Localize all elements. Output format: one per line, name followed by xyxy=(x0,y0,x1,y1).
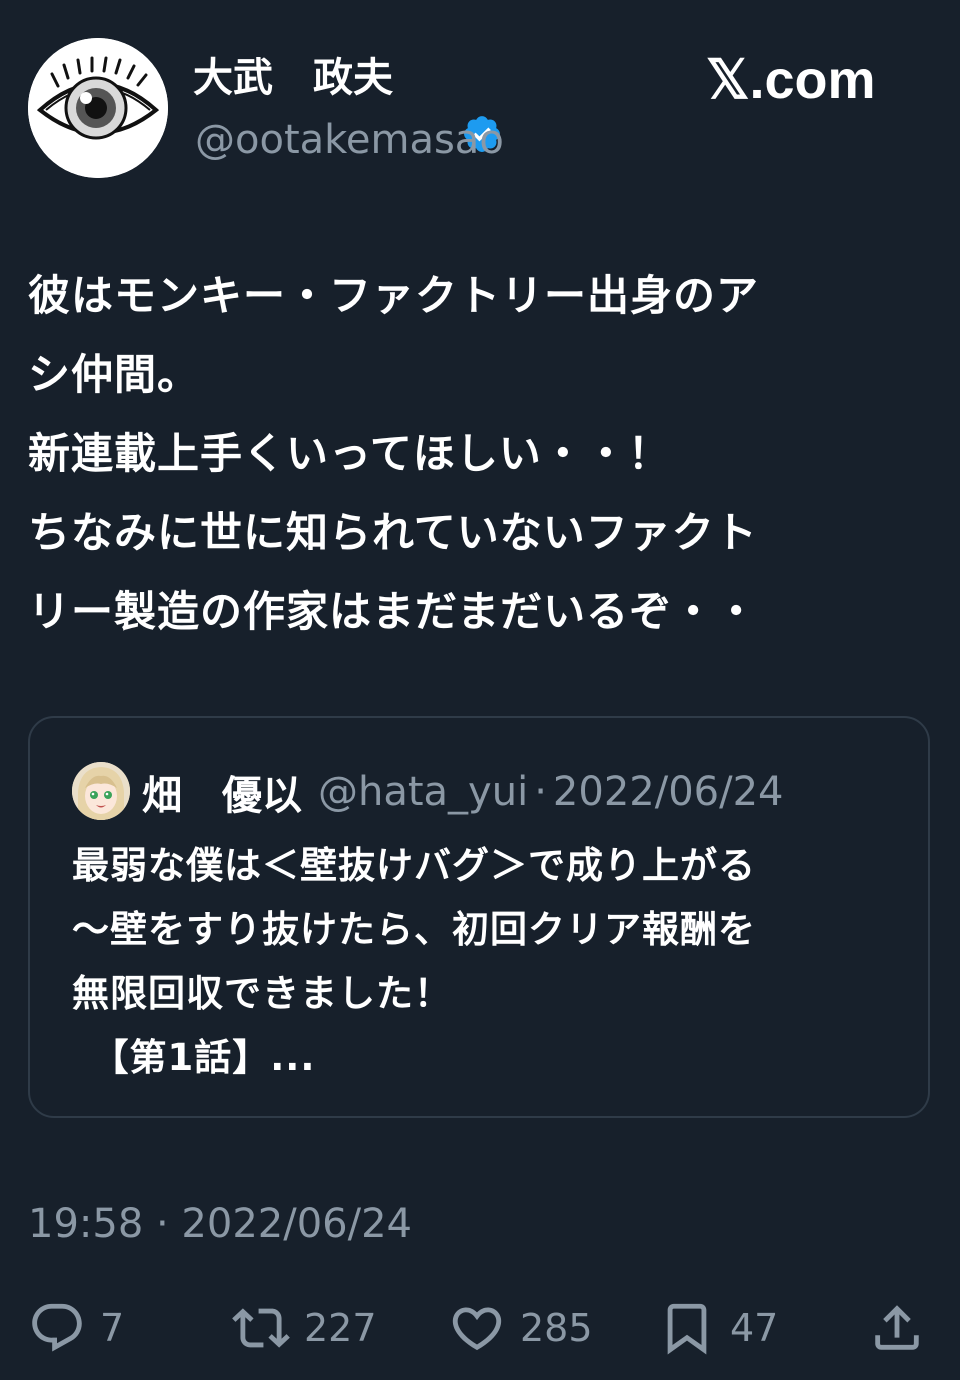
separator-dot: · xyxy=(534,769,547,815)
share-icon xyxy=(875,1305,919,1350)
retweet-count: 227 xyxy=(304,1306,377,1350)
quoted-handle[interactable]: @hata_yui xyxy=(318,769,528,815)
action-bar: 7 227 285 47 xyxy=(28,1296,932,1360)
quoted-tweet-header: 畑 優以 @hata_yui · 2022/06/24 xyxy=(142,762,783,822)
x-com-logo: 𝕏.com xyxy=(706,50,876,110)
heart-icon xyxy=(452,1307,502,1351)
quoted-tweet-card[interactable]: 畑 優以 @hata_yui · 2022/06/24 最弱な僕は＜壁抜けバグ＞… xyxy=(28,716,930,1118)
author-handle[interactable]: @ootakemasao xyxy=(195,112,504,168)
share-button[interactable] xyxy=(868,1296,926,1360)
author-avatar[interactable] xyxy=(28,38,168,178)
tweet-text: 彼はモンキー・ファクトリー出身のア シ仲間。 新連載上手くいってほしい・・！ ち… xyxy=(28,271,760,636)
retweet-button[interactable]: 227 xyxy=(232,1296,377,1360)
reply-icon xyxy=(32,1303,82,1352)
like-count: 285 xyxy=(520,1306,593,1350)
quoted-author-avatar[interactable] xyxy=(72,762,130,820)
bookmark-icon xyxy=(667,1303,707,1355)
quoted-date[interactable]: 2022/06/24 xyxy=(553,769,784,815)
reply-count: 7 xyxy=(100,1306,125,1350)
anime-girl-avatar-icon xyxy=(72,762,130,820)
verified-badge-icon xyxy=(405,57,500,152)
reply-button[interactable]: 7 xyxy=(28,1296,124,1360)
author-name[interactable]: 大武 政夫 xyxy=(193,50,500,152)
bookmark-button[interactable]: 47 xyxy=(658,1296,778,1360)
tweet-timestamp[interactable]: 19:58 · 2022/06/24 xyxy=(28,1196,412,1252)
bookmark-count: 47 xyxy=(730,1306,779,1350)
quoted-tweet-text: 最弱な僕は＜壁抜けバグ＞で成り上がる ～壁をすり抜けたら、初回クリア報酬を 無限… xyxy=(72,844,756,1079)
retweet-icon xyxy=(232,1308,290,1348)
quoted-display-name[interactable]: 畑 優以 xyxy=(142,763,302,821)
author-display-name[interactable]: 大武 政夫 xyxy=(193,50,393,106)
like-button[interactable]: 285 xyxy=(448,1296,593,1360)
eye-icon xyxy=(28,38,168,178)
